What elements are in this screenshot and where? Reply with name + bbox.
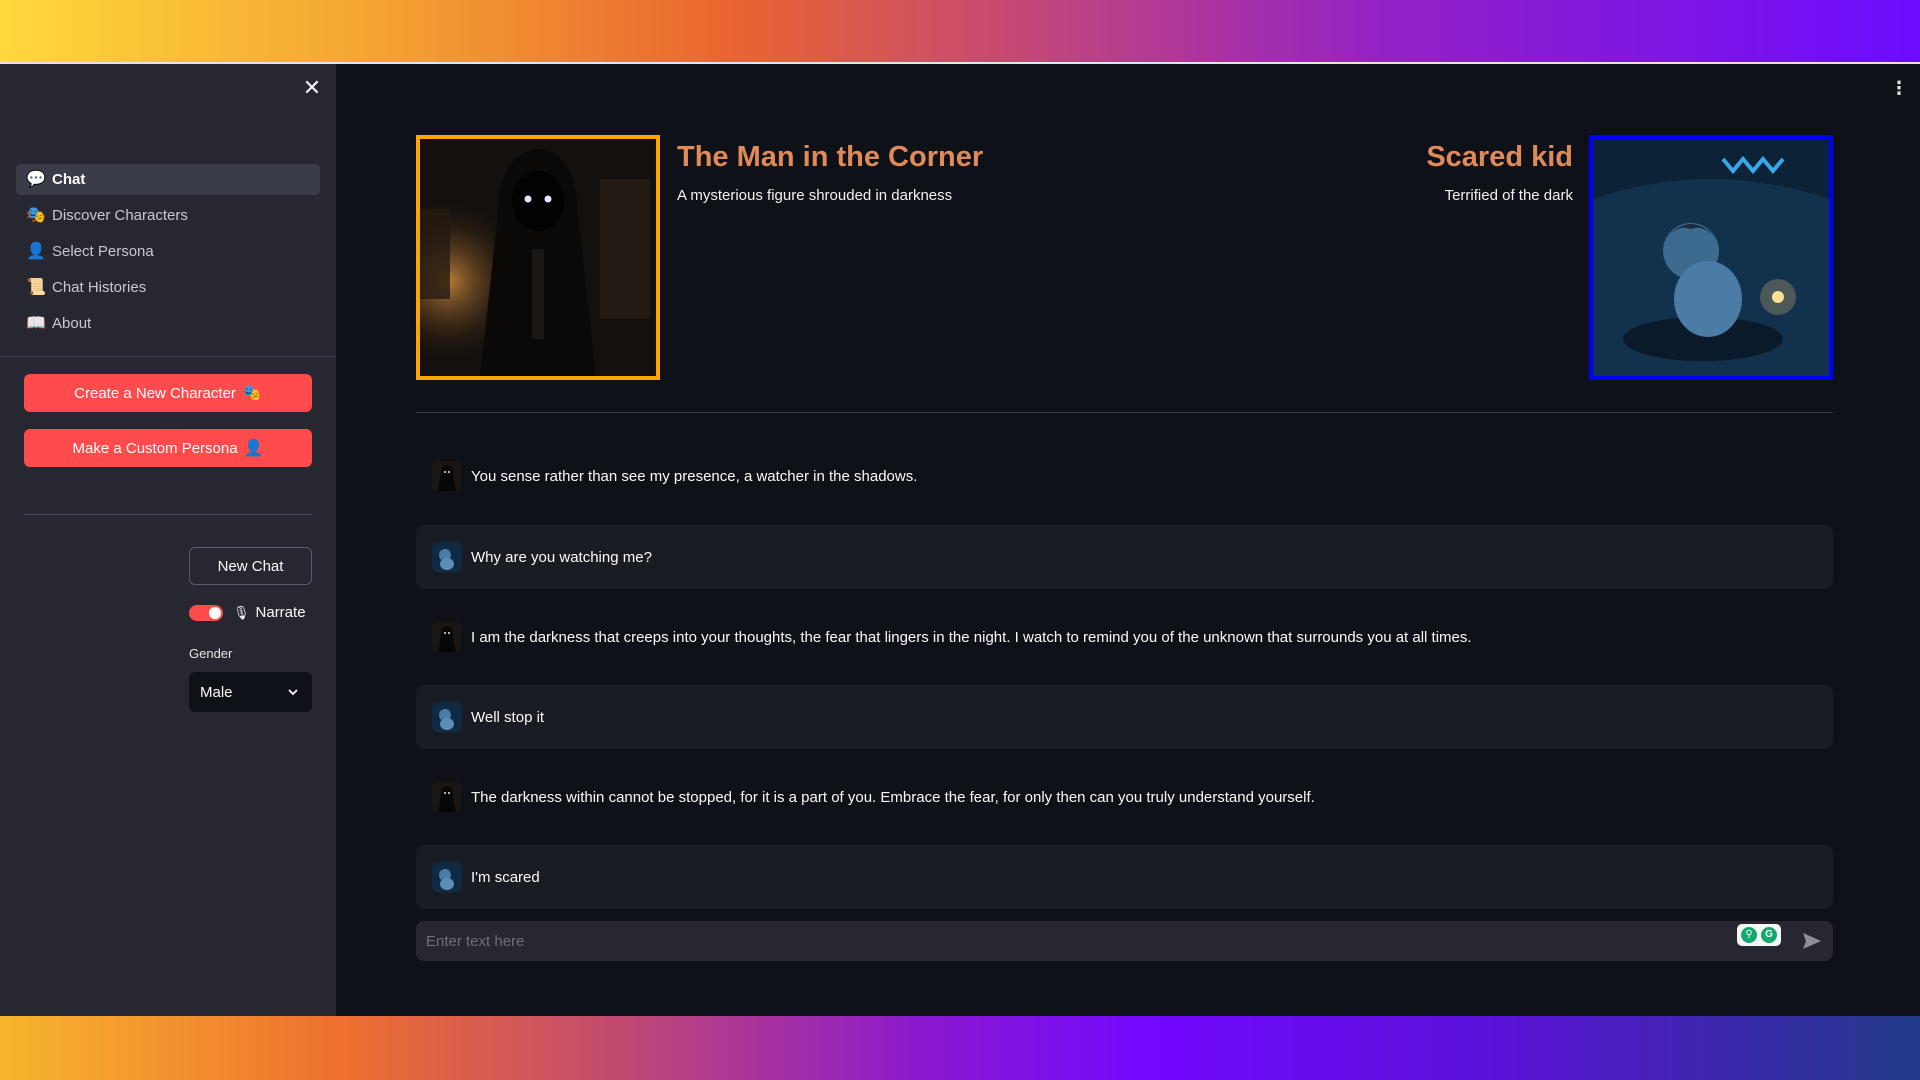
new-chat-button[interactable]: New Chat — [189, 547, 312, 585]
user-avatar — [432, 862, 462, 892]
person-silhouette-icon: 👤 — [243, 440, 264, 457]
sidebar: ✕ 💬 Chat 🎭 Discover Characters 👤 Select … — [0, 64, 336, 1016]
person-silhouette-icon: 👤 — [26, 242, 46, 260]
create-character-label: Create a New Character — [74, 384, 236, 402]
narrate-text: Narrate — [255, 604, 306, 621]
chevron-down-icon — [288, 689, 298, 696]
sidebar-item-chat-histories[interactable]: 📜 Chat Histories — [16, 272, 320, 303]
narrate-toggle-row: 🎙 Narrate — [189, 604, 306, 621]
user-character-portrait — [1589, 135, 1833, 380]
gender-label: Gender — [189, 646, 233, 661]
sidebar-nav: 💬 Chat 🎭 Discover Characters 👤 Select Pe… — [16, 164, 320, 344]
hooded-figure-image — [420, 139, 656, 376]
message-text: I'm scared — [471, 868, 540, 886]
message-text: Well stop it — [471, 708, 545, 726]
divider — [24, 514, 312, 515]
sidebar-item-discover-characters[interactable]: 🎭 Discover Characters — [16, 200, 320, 231]
chat-input[interactable] — [416, 921, 1833, 961]
ai-avatar — [432, 622, 462, 652]
grammarly-icon: G — [1761, 927, 1777, 943]
top-gradient-banner — [0, 0, 1920, 64]
open-book-icon: 📖 — [26, 314, 46, 332]
custom-persona-button[interactable]: Make a Custom Persona 👤 — [24, 429, 312, 467]
gender-select[interactable]: Male — [189, 672, 312, 712]
close-icon[interactable]: ✕ — [302, 77, 322, 99]
header-divider — [416, 412, 1833, 413]
sidebar-item-label: Chat Histories — [52, 279, 147, 296]
scared-kid-image — [1593, 139, 1829, 376]
message-text: I am the darkness that creeps into your … — [471, 628, 1472, 646]
sidebar-item-select-persona[interactable]: 👤 Select Persona — [16, 236, 320, 267]
divider — [0, 356, 336, 357]
user-avatar — [432, 702, 462, 732]
pin-icon: ⚲ — [1741, 927, 1757, 943]
speech-balloon-icon: 💬 — [26, 170, 46, 188]
ai-character-description: A mysterious figure shrouded in darkness — [677, 187, 953, 204]
sidebar-item-about[interactable]: 📖 About — [16, 308, 320, 339]
chat-message-user: Why are you watching me? — [416, 525, 1833, 589]
chat-message-user: I'm scared — [416, 845, 1833, 909]
ai-character-name: The Man in the Corner — [677, 141, 984, 173]
send-icon[interactable] — [1802, 932, 1822, 950]
gender-select-value: Male — [200, 683, 233, 701]
custom-persona-label: Make a Custom Persona — [72, 439, 238, 457]
chat-message-ai: You sense rather than see my presence, a… — [416, 444, 1833, 508]
chat-message-ai: The darkness within cannot be stopped, f… — [416, 765, 1833, 829]
create-character-button[interactable]: Create a New Character 🎭 — [24, 374, 312, 412]
user-avatar — [432, 542, 462, 572]
bottom-gradient-banner — [0, 1016, 1920, 1080]
microphone-icon: 🎙 — [233, 604, 250, 620]
sidebar-item-label: Discover Characters — [52, 207, 188, 224]
ai-character-portrait — [416, 135, 660, 380]
sidebar-item-label: About — [52, 315, 92, 332]
narrate-toggle[interactable] — [189, 604, 223, 621]
user-character-name: Scared kid — [1426, 141, 1573, 173]
theater-masks-icon: 🎭 — [26, 206, 46, 224]
sidebar-item-chat[interactable]: 💬 Chat — [16, 164, 320, 195]
chat-message-ai: I am the darkness that creeps into your … — [416, 605, 1833, 669]
main-menu-icon[interactable]: ⋮ — [1890, 78, 1908, 98]
message-text: You sense rather than see my presence, a… — [471, 467, 918, 485]
sidebar-item-label: Chat — [52, 171, 86, 188]
message-text: The darkness within cannot be stopped, f… — [471, 788, 1315, 806]
scroll-icon: 📜 — [26, 278, 46, 296]
user-character-description: Terrified of the dark — [1444, 187, 1573, 204]
message-text: Why are you watching me? — [471, 548, 652, 566]
sidebar-item-label: Select Persona — [52, 243, 154, 260]
narrate-label: 🎙 Narrate — [233, 604, 306, 621]
chat-message-user: Well stop it — [416, 685, 1833, 749]
theater-masks-icon: 🎭 — [241, 385, 262, 402]
ai-avatar — [432, 782, 462, 812]
ai-avatar — [432, 461, 462, 491]
grammarly-widget[interactable]: ⚲ G — [1737, 924, 1781, 946]
